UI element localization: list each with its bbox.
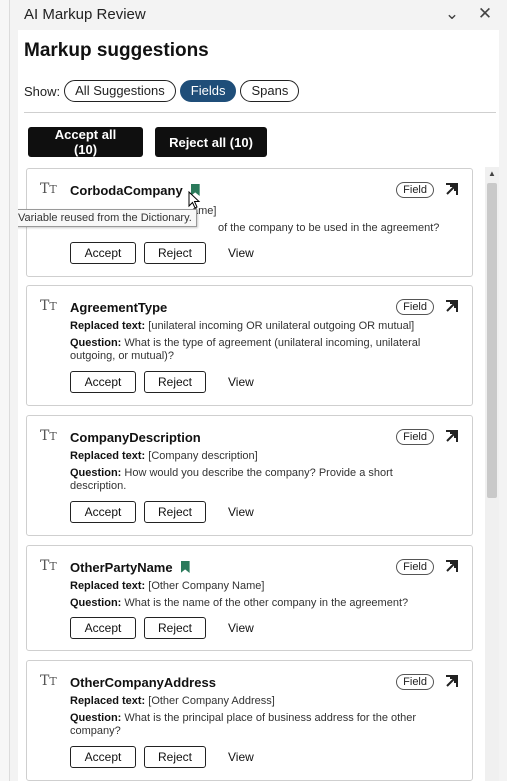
suggestion-card: TT OtherCompanyAddress Field Replaced te… — [26, 660, 473, 781]
text-field-icon: TT — [40, 673, 57, 689]
bookmark-icon[interactable] — [180, 561, 190, 573]
reject-button[interactable]: Reject — [144, 617, 206, 639]
question-label: Question: — [70, 467, 122, 479]
panel-content: Markup suggestions Show: All Suggestions… — [18, 30, 499, 781]
view-link[interactable]: View — [228, 246, 254, 260]
reject-all-button[interactable]: Reject all (10) — [155, 127, 267, 157]
text-field-icon: TT — [40, 298, 57, 314]
close-icon[interactable]: ✕ — [475, 4, 495, 24]
field-name-text: CorbodaCompany — [70, 183, 183, 198]
field-badge: Field — [396, 559, 434, 575]
mouse-cursor-icon — [188, 191, 201, 209]
markup-review-panel: AI Markup Review ⌄ ✕ Markup suggestions … — [10, 0, 507, 781]
field-badge: Field — [396, 182, 434, 198]
question-text: Question: What is the type of agreement … — [70, 337, 450, 363]
divider — [24, 112, 496, 113]
filter-spans[interactable]: Spans — [240, 80, 300, 102]
card-actions: Accept Reject View — [70, 617, 254, 639]
panel-titlebar: AI Markup Review ⌄ ✕ — [10, 0, 507, 30]
question-value: What is the name of the other company in… — [124, 597, 409, 609]
scrollbar[interactable]: ▲ — [485, 167, 499, 781]
reject-button[interactable]: Reject — [144, 746, 206, 768]
replaced-label: Replaced text: — [70, 580, 146, 592]
field-name: OtherCompanyAddress — [70, 675, 216, 690]
scrollbar-thumb[interactable] — [487, 183, 497, 498]
field-badge: Field — [396, 674, 434, 690]
question-label: Question: — [70, 712, 122, 724]
replaced-text: Replaced text: [unilateral incoming OR u… — [70, 320, 450, 333]
text-field-icon: TT — [40, 558, 57, 574]
go-to-icon[interactable] — [444, 673, 460, 689]
card-actions: Accept Reject View — [70, 242, 254, 264]
accept-button[interactable]: Accept — [70, 501, 136, 523]
field-name: OtherPartyName — [70, 560, 190, 575]
question-text: Question: What is the name of the other … — [70, 597, 450, 610]
scroll-up-icon[interactable]: ▲ — [485, 167, 499, 181]
filter-all-suggestions[interactable]: All Suggestions — [64, 80, 176, 102]
view-link[interactable]: View — [228, 750, 254, 764]
question-text: Question: What is the principal place of… — [70, 712, 450, 738]
suggestion-card: TT CorbodaCompany Field Replaced text:am… — [18, 168, 473, 277]
accept-button[interactable]: Accept — [70, 617, 136, 639]
filter-row: Show: All Suggestions Fields Spans — [24, 80, 303, 102]
question-label: Question: — [70, 337, 122, 349]
accept-button[interactable]: Accept — [70, 371, 136, 393]
suggestion-card: TT OtherPartyName Field Replaced text: [… — [26, 545, 473, 651]
question-label: Question: — [70, 597, 122, 609]
panel-title: AI Markup Review — [24, 6, 146, 23]
field-name-text: OtherPartyName — [70, 560, 173, 575]
replaced-value: [Other Company Name] — [148, 580, 265, 592]
suggestion-list: TT CorbodaCompany Field Replaced text:am… — [18, 168, 483, 781]
tooltip: Variable reused from the Dictionary. — [18, 209, 197, 227]
reject-button[interactable]: Reject — [144, 371, 206, 393]
question-value: What is the principal place of business … — [70, 712, 417, 737]
field-name: AgreementType — [70, 300, 168, 315]
question-text: Question: How would you describe the com… — [70, 467, 450, 493]
field-name: CompanyDescription — [70, 430, 201, 445]
accept-all-button[interactable]: Accept all (10) — [28, 127, 143, 157]
left-edge — [0, 0, 10, 781]
reject-button[interactable]: Reject — [144, 242, 206, 264]
question-value: of the company to be used in the agreeme… — [218, 222, 440, 234]
filter-fields[interactable]: Fields — [179, 80, 237, 102]
replaced-label: Replaced text: — [70, 320, 146, 332]
view-link[interactable]: View — [228, 375, 254, 389]
filter-label: Show: — [24, 83, 61, 99]
replaced-label: Replaced text: — [70, 695, 146, 707]
card-actions: Accept Reject View — [70, 371, 254, 393]
replaced-text: Replaced text: [Other Company Name] — [70, 580, 450, 593]
accept-button[interactable]: Accept — [70, 242, 136, 264]
go-to-icon[interactable] — [444, 181, 460, 197]
replaced-label: Replaced text: — [70, 450, 146, 462]
replaced-text: Replaced text: [Company description] — [70, 450, 450, 463]
go-to-icon[interactable] — [444, 428, 460, 444]
card-actions: Accept Reject View — [70, 501, 254, 523]
replaced-value: [Other Company Address] — [148, 695, 275, 707]
field-badge: Field — [396, 299, 434, 315]
replaced-text: Replaced text: [Other Company Address] — [70, 695, 450, 708]
chevron-down-icon[interactable]: ⌄ — [442, 4, 462, 24]
suggestion-card: TT AgreementType Field Replaced text: [u… — [26, 285, 473, 406]
accept-button[interactable]: Accept — [70, 746, 136, 768]
field-badge: Field — [396, 429, 434, 445]
replaced-value: [Company description] — [148, 450, 258, 462]
go-to-icon[interactable] — [444, 298, 460, 314]
reject-button[interactable]: Reject — [144, 501, 206, 523]
page-title: Markup suggestions — [24, 40, 209, 61]
card-actions: Accept Reject View — [70, 746, 254, 768]
text-field-icon: TT — [40, 181, 57, 197]
text-field-icon: TT — [40, 428, 57, 444]
question-value: What is the type of agreement (unilatera… — [70, 337, 421, 362]
view-link[interactable]: View — [228, 621, 254, 635]
view-link[interactable]: View — [228, 505, 254, 519]
replaced-value: [unilateral incoming OR unilateral outgo… — [148, 320, 415, 332]
suggestion-card: TT CompanyDescription Field Replaced tex… — [26, 415, 473, 536]
field-name: CorbodaCompany — [70, 183, 200, 198]
go-to-icon[interactable] — [444, 558, 460, 574]
